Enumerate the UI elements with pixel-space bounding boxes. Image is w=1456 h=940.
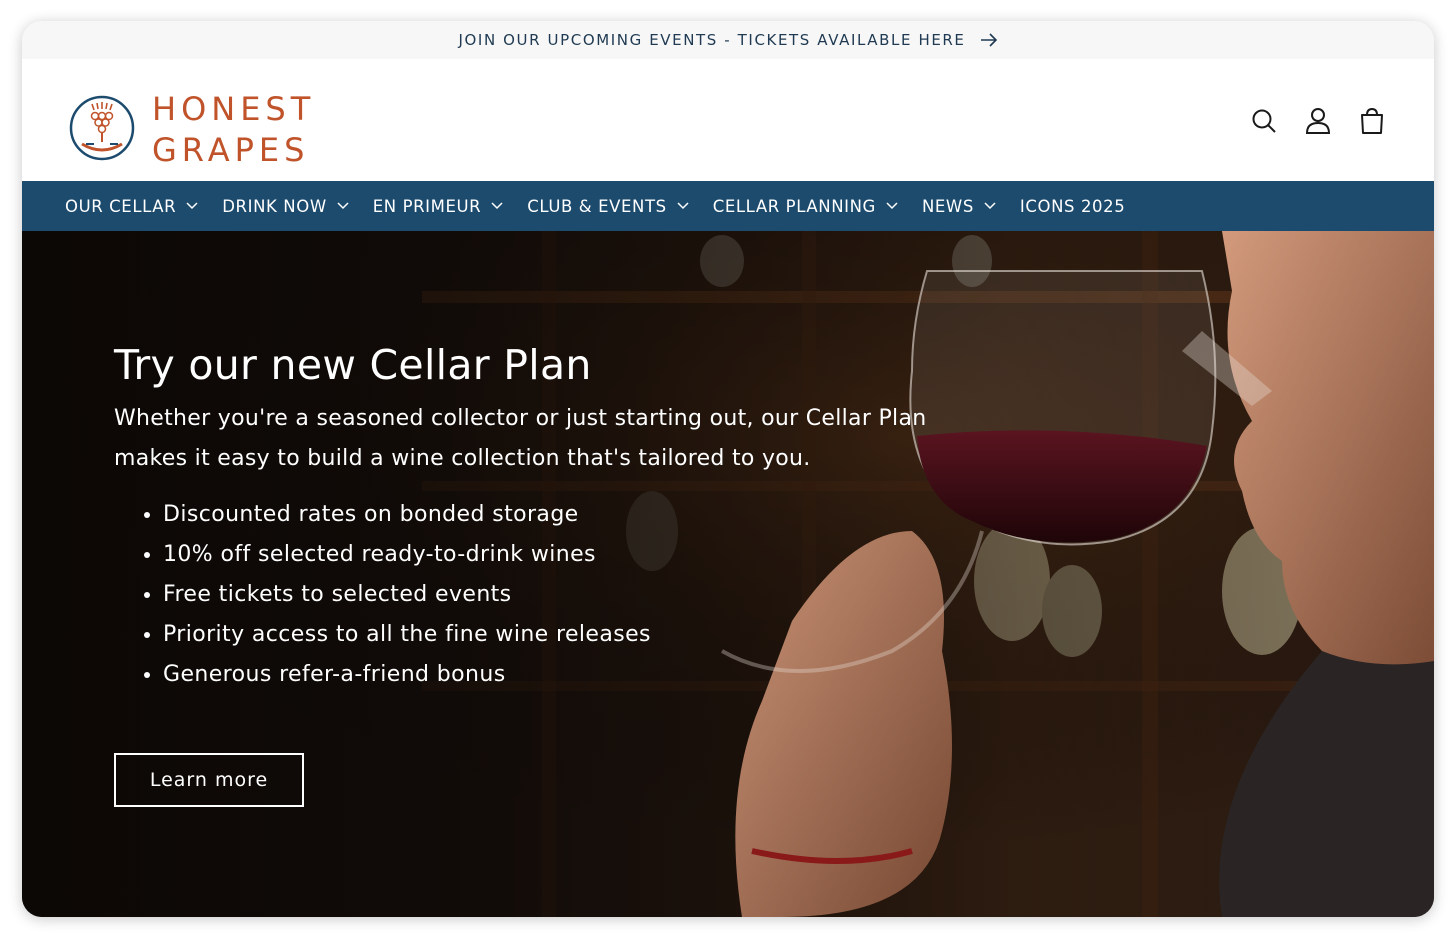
- logo-line-1: HONEST: [152, 90, 316, 128]
- header-actions: [1250, 107, 1386, 135]
- nav-item-label[interactable]: CLUB & EVENTS: [527, 197, 666, 216]
- list-item: 10% off selected ready-to-drink wines: [163, 535, 974, 575]
- hero-subtitle: Whether you're a seasoned collector or j…: [114, 406, 927, 471]
- learn-more-button[interactable]: Learn more: [114, 753, 304, 807]
- list-item: Discounted rates on bonded storage: [163, 495, 974, 535]
- nav-item-our-cellar[interactable]: OUR CELLAR: [65, 197, 198, 216]
- chevron-down-icon[interactable]: [984, 202, 996, 210]
- hero-banner: Try our new Cellar Plan Whether you're a…: [22, 231, 1434, 917]
- nav-item-club-events[interactable]: CLUB & EVENTS: [527, 197, 689, 216]
- arrow-right-icon[interactable]: [980, 33, 998, 47]
- hero-title: Try our new Cellar Plan: [114, 341, 592, 389]
- hero-content: Try our new Cellar Plan Whether you're a…: [114, 341, 974, 695]
- nav-item-label[interactable]: CELLAR PLANNING: [713, 197, 876, 216]
- main-nav: OUR CELLAR DRINK NOW EN PRIMEUR CLUB & E…: [22, 181, 1434, 231]
- chevron-down-icon[interactable]: [337, 202, 349, 210]
- nav-item-label[interactable]: OUR CELLAR: [65, 197, 176, 216]
- nav-item-label[interactable]: EN PRIMEUR: [373, 197, 482, 216]
- grape-emblem-icon: [68, 94, 136, 166]
- hero-benefits-list: Discounted rates on bonded storage 10% o…: [114, 495, 974, 695]
- chevron-down-icon[interactable]: [491, 202, 503, 210]
- nav-item-cellar-planning[interactable]: CELLAR PLANNING: [713, 197, 898, 216]
- announcement-bar[interactable]: JOIN OUR UPCOMING EVENTS - TICKETS AVAIL…: [22, 21, 1434, 59]
- browser-page: JOIN OUR UPCOMING EVENTS - TICKETS AVAIL…: [22, 21, 1434, 917]
- nav-item-news[interactable]: NEWS: [922, 197, 996, 216]
- chevron-down-icon[interactable]: [886, 202, 898, 210]
- nav-item-icons-2025[interactable]: ICONS 2025: [1020, 197, 1125, 216]
- list-item: Free tickets to selected events: [163, 575, 974, 615]
- nav-item-label[interactable]: DRINK NOW: [222, 197, 327, 216]
- chevron-down-icon[interactable]: [677, 202, 689, 210]
- logo-wordmark: HONEST GRAPES: [152, 89, 315, 171]
- announcement-text[interactable]: JOIN OUR UPCOMING EVENTS - TICKETS AVAIL…: [459, 31, 966, 49]
- list-item: Generous refer-a-friend bonus: [163, 655, 974, 695]
- chevron-down-icon[interactable]: [186, 202, 198, 210]
- nav-item-drink-now[interactable]: DRINK NOW: [222, 197, 349, 216]
- logo-line-2: GRAPES: [152, 131, 310, 169]
- cart-icon[interactable]: [1358, 107, 1386, 135]
- list-item: Priority access to all the fine wine rel…: [163, 615, 974, 655]
- search-icon[interactable]: [1250, 107, 1278, 135]
- site-logo[interactable]: HONEST GRAPES: [68, 89, 315, 171]
- nav-item-en-primeur[interactable]: EN PRIMEUR: [373, 197, 504, 216]
- nav-item-label[interactable]: ICONS 2025: [1020, 197, 1125, 216]
- account-icon[interactable]: [1304, 107, 1332, 135]
- nav-item-label[interactable]: NEWS: [922, 197, 974, 216]
- site-header: HONEST GRAPES: [22, 59, 1434, 181]
